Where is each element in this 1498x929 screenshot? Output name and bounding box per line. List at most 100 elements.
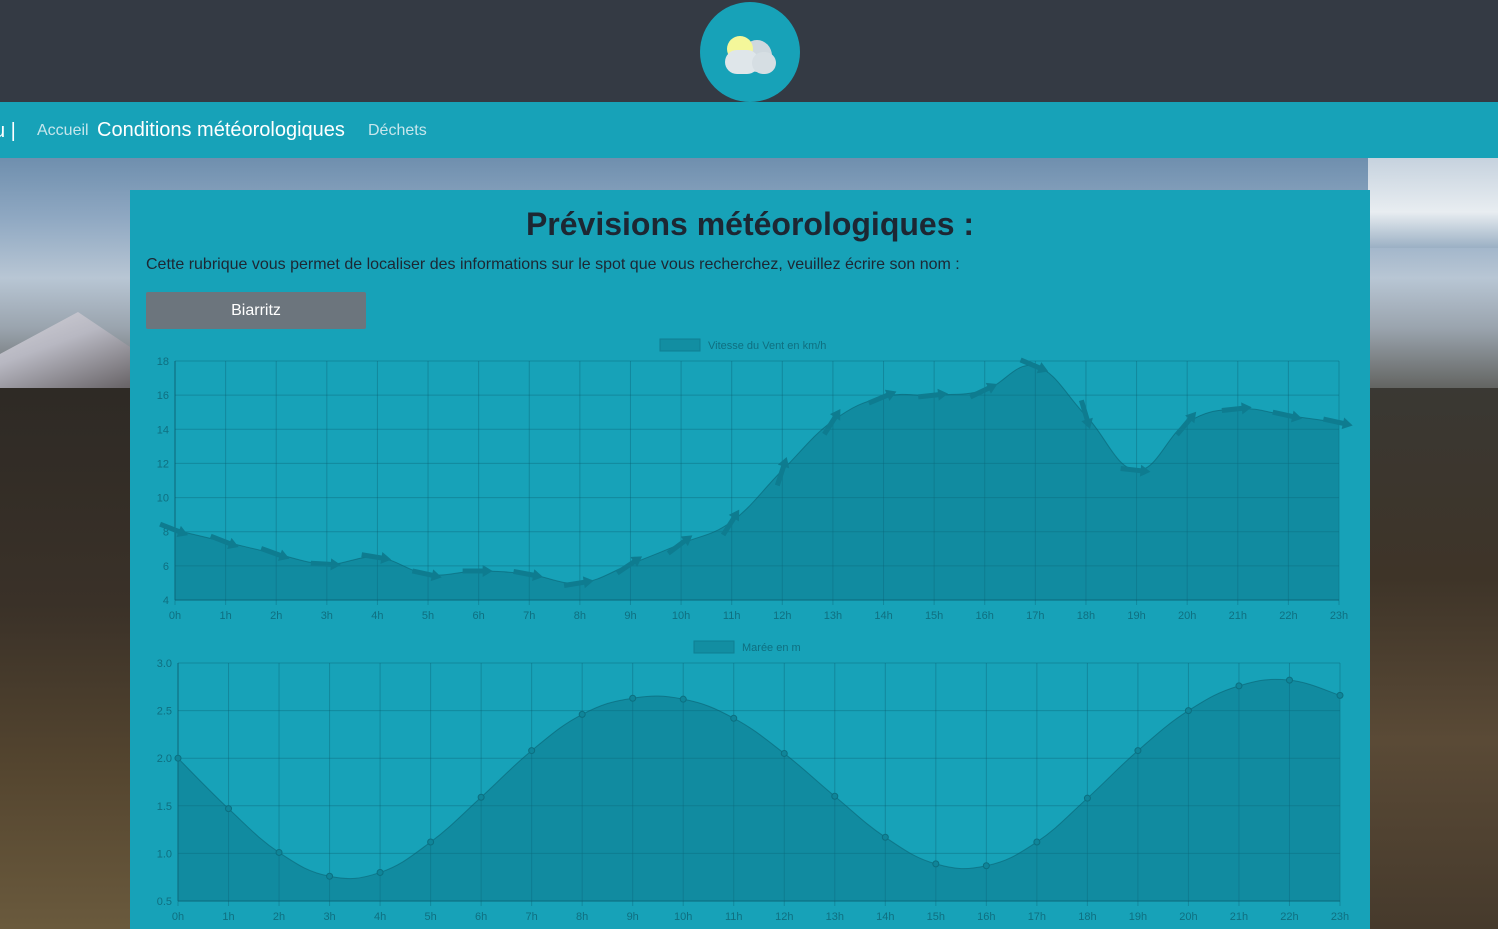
tide-xtick-label: 1h — [222, 911, 234, 923]
tide-data-point — [932, 860, 940, 868]
wind-xtick-label: 3h — [321, 610, 333, 622]
tide-data-point — [1083, 794, 1091, 802]
tide-data-point — [1235, 682, 1243, 690]
wind-xtick-label: 15h — [925, 610, 943, 622]
wind-ytick-label: 12 — [157, 458, 169, 470]
wind-xtick-label: 14h — [874, 610, 892, 622]
wind-area — [175, 365, 1339, 600]
tide-xtick-label: 21h — [1230, 911, 1248, 923]
tide-xtick-label: 4h — [374, 911, 386, 923]
wind-speed-chart: Vitesse du Vent en km/h46810121416180h 1h… — [157, 338, 1353, 622]
wind-ytick-label: 18 — [157, 356, 169, 368]
tide-data-point — [831, 792, 839, 800]
tide-ytick-label: 1.5 — [157, 801, 172, 813]
nav-item-conditions-meteo[interactable]: Conditions météorologiques — [97, 119, 345, 142]
tide-data-point — [326, 872, 334, 880]
tide-data-point — [427, 838, 435, 846]
tide-data-point — [1336, 691, 1344, 699]
tide-data-point — [730, 714, 738, 722]
tide-data-point — [982, 862, 990, 870]
wind-xtick-label: 0h — [169, 610, 181, 622]
nav-item-accueil[interactable]: Accueil — [37, 122, 89, 140]
tide-xtick-label: 17h — [1028, 911, 1046, 923]
wind-ytick-label: 14 — [157, 424, 169, 436]
wind-ytick-label: 6 — [163, 561, 169, 573]
nav-brand[interactable]: u | — [0, 120, 16, 143]
tide-xtick-label: 13h — [826, 911, 844, 923]
background-clouds — [1368, 158, 1498, 248]
tide-data-point — [1033, 838, 1041, 846]
nav-item-dechets[interactable]: Déchets — [368, 122, 427, 140]
tide-xtick-label: 9h — [627, 911, 639, 923]
tide-data-point — [679, 695, 687, 703]
tide-ytick-label: 3.0 — [157, 658, 172, 670]
wind-xtick-label: 12h — [773, 610, 791, 622]
tide-xtick-label: 5h — [424, 911, 436, 923]
tide-xtick-label: 23h — [1331, 911, 1349, 923]
tide-xtick-label: 0h — [172, 911, 184, 923]
tide-chart: Marée en m 0.5 1.0 1.5 2.0 2.5 3.0 0h 1h 2h 3h 4h 5h… — [157, 640, 1349, 923]
wind-legend-swatch — [659, 338, 701, 352]
tide-xtick-label: 16h — [977, 911, 995, 923]
background-ground — [1370, 388, 1498, 929]
wind-xtick-label: 22h — [1279, 610, 1297, 622]
tide-ytick-label: 1.0 — [157, 848, 172, 860]
tide-legend-swatch — [693, 640, 735, 654]
wind-legend-label: Vitesse du Vent en km/h — [708, 340, 826, 352]
wind-xtick-label: 17h — [1026, 610, 1044, 622]
tide-data-point — [275, 848, 283, 856]
wind-ytick-label: 4 — [163, 595, 169, 607]
wind-xtick-label: 10h — [672, 610, 690, 622]
wind-xtick-label: 5h — [422, 610, 434, 622]
wind-xtick-label: 1h — [219, 610, 231, 622]
tide-xtick-label: 18h — [1078, 911, 1096, 923]
tide-xtick-label: 8h — [576, 911, 588, 923]
tide-xtick-label: 14h — [876, 911, 894, 923]
tide-xtick-label: 12h — [775, 911, 793, 923]
top-header — [0, 0, 1498, 102]
tide-xtick-label: 20h — [1179, 911, 1197, 923]
wind-xtick-label: 23h — [1330, 610, 1348, 622]
tide-xtick-label: 11h — [725, 911, 743, 923]
tide-xtick-label: 6h — [475, 911, 487, 923]
wind-xtick-label: 7h — [523, 610, 535, 622]
page-title: Prévisions météorologiques : — [525, 206, 975, 242]
tide-data-point — [1134, 747, 1142, 755]
sun-cloud-icon[interactable] — [700, 2, 800, 102]
wind-xtick-label: 9h — [624, 610, 636, 622]
tide-xtick-label: 2h — [273, 911, 285, 923]
tide-ytick-label: 2.0 — [157, 753, 172, 765]
tide-data-point — [780, 749, 788, 757]
wind-ytick-label: 16 — [157, 390, 169, 402]
wind-xtick-label: 20h — [1178, 610, 1196, 622]
tide-data-point — [629, 694, 637, 702]
tide-area — [178, 679, 1340, 901]
tide-legend-label: Marée en m — [742, 642, 801, 654]
wind-xtick-label: 6h — [473, 610, 485, 622]
wind-xtick-label: 8h — [574, 610, 586, 622]
tide-data-point — [881, 833, 889, 841]
background-trees — [0, 388, 130, 929]
wind-xtick-label: 18h — [1077, 610, 1095, 622]
wind-ytick-label: 10 — [157, 493, 169, 505]
wind-xtick-label: 11h — [723, 610, 741, 622]
tide-data-point — [477, 793, 485, 801]
tide-xtick-label: 3h — [323, 911, 335, 923]
page-description: Cette rubrique vous permet de localiser … — [146, 256, 960, 273]
tide-data-point — [225, 805, 233, 813]
tide-data-point — [528, 747, 536, 755]
tide-data-point — [578, 710, 586, 718]
tide-data-point — [1184, 707, 1192, 715]
main-navbar: u | Accueil Conditions météorologiques D… — [0, 102, 1498, 158]
tide-ytick-label: 0.5 — [157, 896, 172, 908]
forecast-panel: Prévisions météorologiques : Cette rubri… — [130, 190, 1370, 929]
tide-ytick-label: 2.5 — [157, 706, 172, 718]
tide-xtick-label: 7h — [526, 911, 538, 923]
wind-xtick-label: 16h — [976, 610, 994, 622]
tide-data-point — [376, 868, 384, 876]
spot-button[interactable]: Biarritz — [146, 292, 366, 329]
wind-xtick-label: 2h — [270, 610, 282, 622]
tide-xtick-label: 19h — [1129, 911, 1147, 923]
tide-xtick-label: 15h — [927, 911, 945, 923]
wind-xtick-label: 21h — [1229, 610, 1247, 622]
